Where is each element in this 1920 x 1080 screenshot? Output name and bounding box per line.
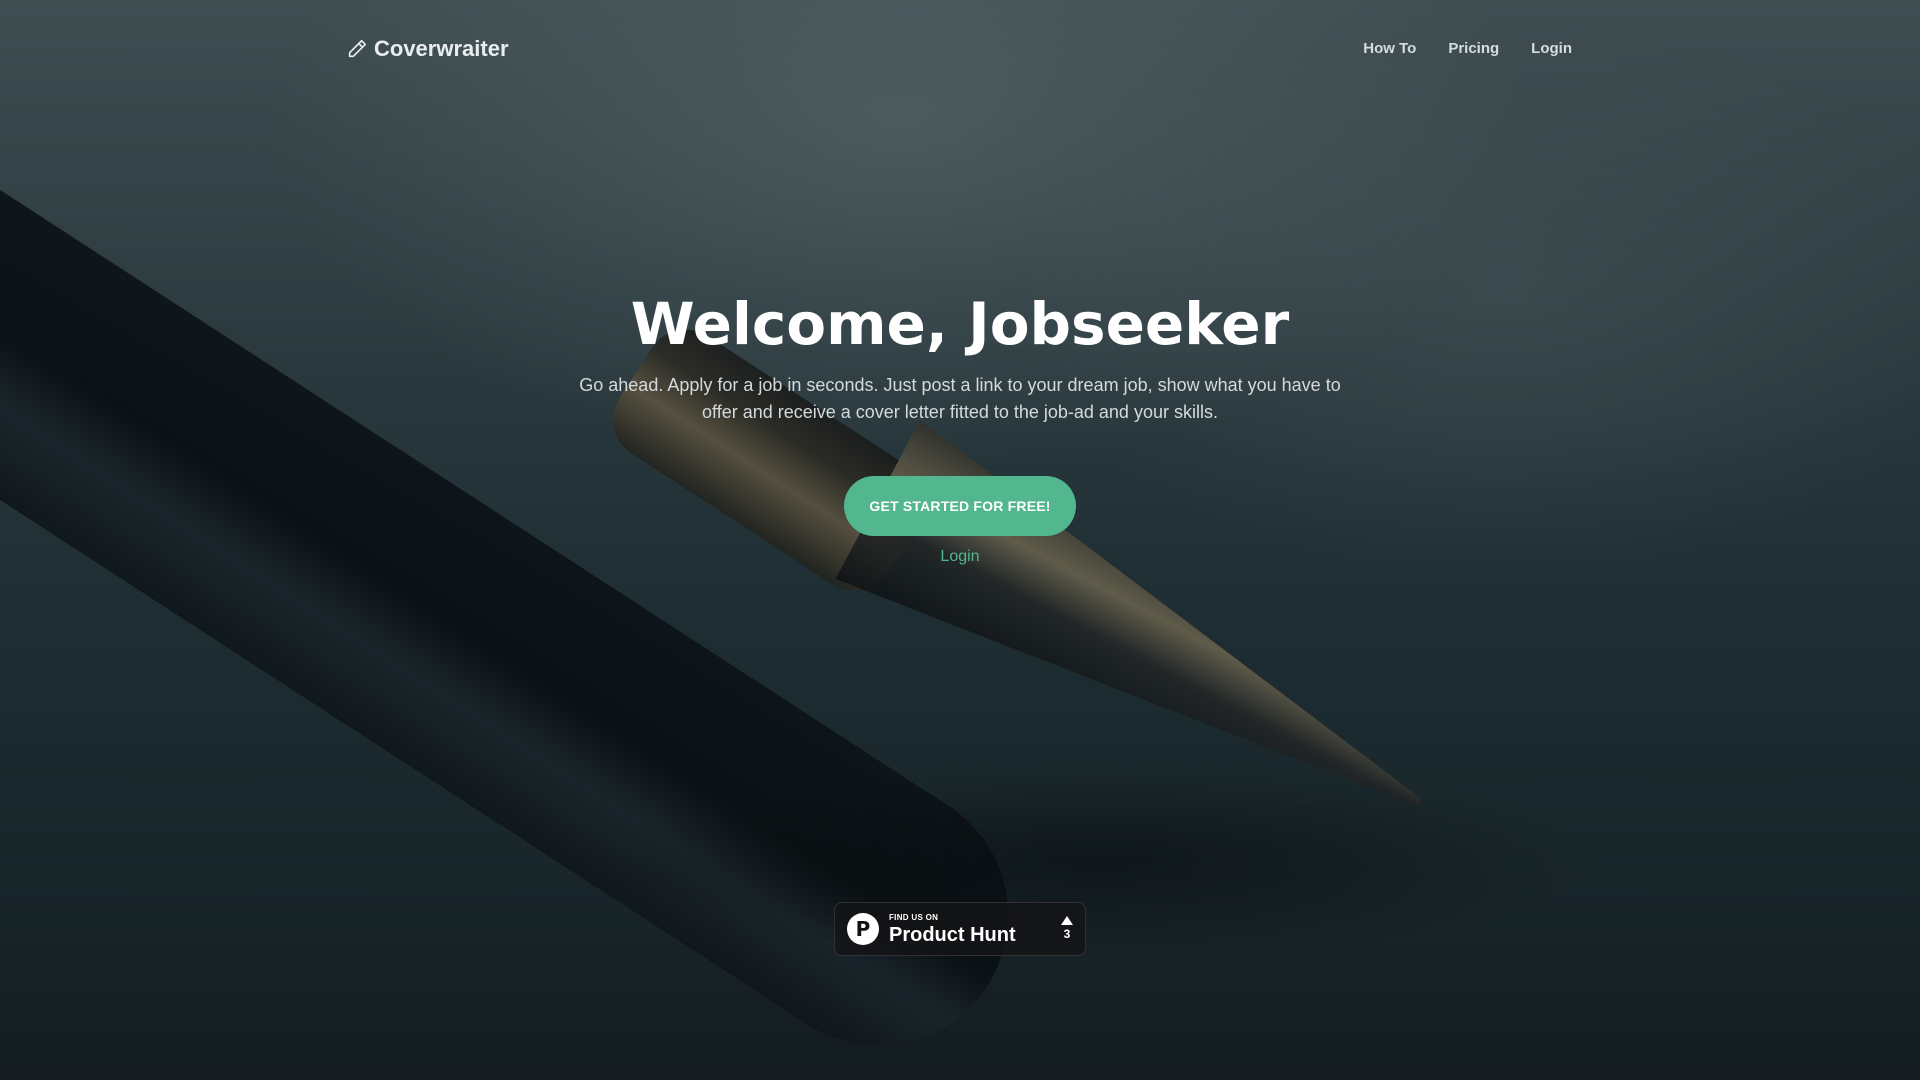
- product-hunt-logo-icon: P: [847, 913, 879, 945]
- product-hunt-small-text: FIND US ON: [889, 912, 939, 922]
- hero-title: Welcome, Jobseeker: [630, 290, 1290, 358]
- product-hunt-vote-count: 3: [1063, 927, 1071, 942]
- hero-login-link[interactable]: Login: [940, 548, 979, 566]
- product-hunt-big-text: Product Hunt: [889, 923, 1016, 946]
- top-navigation: Coverwraiter How To Pricing Login: [0, 0, 1920, 100]
- hero-section: Welcome, Jobseeker Go ahead. Apply for a…: [0, 290, 1920, 566]
- nav-links: How To Pricing Login: [1363, 40, 1572, 57]
- product-hunt-badge[interactable]: P FIND US ON Product Hunt 3: [834, 902, 1086, 956]
- hero-subtitle: Go ahead. Apply for a job in seconds. Ju…: [579, 374, 1341, 422]
- nav-link-login[interactable]: Login: [1531, 40, 1572, 57]
- nav-link-pricing[interactable]: Pricing: [1448, 40, 1499, 57]
- nav-link-how-to[interactable]: How To: [1363, 40, 1416, 57]
- brand-logo[interactable]: Coverwraiter: [346, 36, 509, 62]
- brand-name: Coverwraiter: [374, 36, 509, 61]
- pencil-icon: [346, 38, 368, 60]
- get-started-button[interactable]: GET STARTED FOR FREE!: [844, 475, 1076, 536]
- upvote-arrow-icon: [1061, 916, 1073, 926]
- product-hunt-text: FIND US ON Product Hunt: [889, 912, 1016, 946]
- product-hunt-votes: 3: [1061, 916, 1073, 941]
